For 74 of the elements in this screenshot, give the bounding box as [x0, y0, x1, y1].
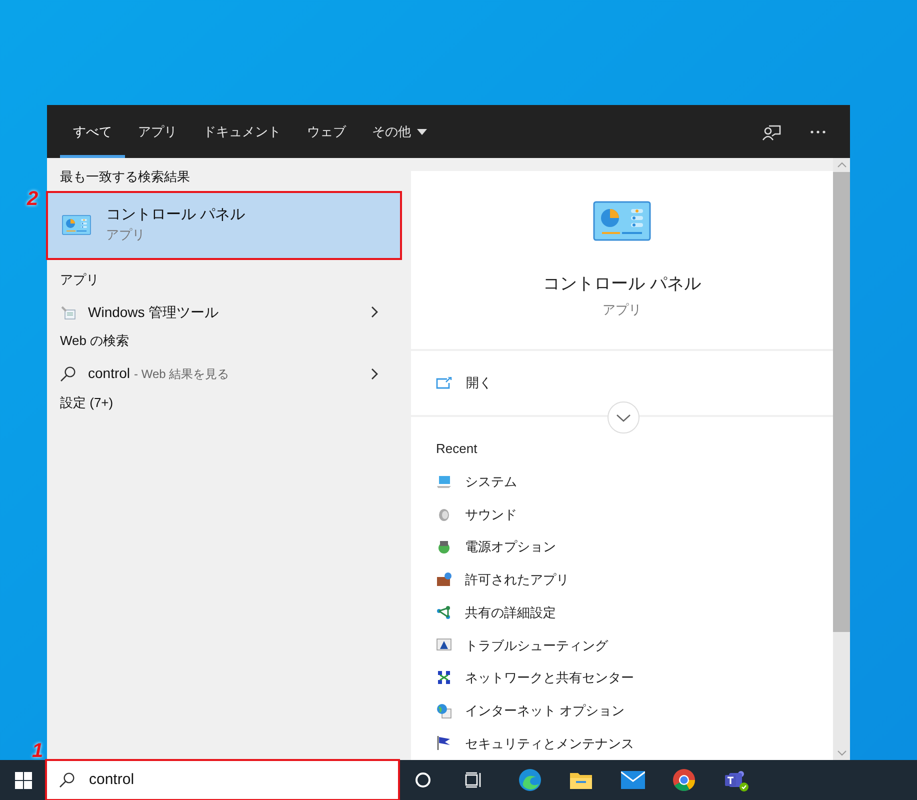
- preview-subtitle: アプリ: [602, 300, 642, 318]
- recent-label: インターネット オプション: [465, 702, 625, 720]
- recent-label: 共有の詳細設定: [465, 604, 556, 622]
- recent-label: サウンド: [465, 506, 517, 524]
- recent-label: システム: [465, 473, 517, 492]
- control-panel-icon: [593, 201, 651, 241]
- recent-item[interactable]: 共有の詳細設定: [436, 596, 833, 629]
- search-tab[interactable]: すべて: [60, 105, 125, 158]
- recent-label: ネットワークと共有センター: [465, 669, 634, 688]
- section-heading: アプリ: [59, 270, 100, 288]
- section-heading: 最も一致する検索結果: [59, 168, 191, 186]
- task-view-icon[interactable]: [465, 772, 483, 788]
- search-text: control: [89, 770, 134, 790]
- recent-label: 電源オプション: [465, 538, 556, 556]
- search-icon: [59, 772, 75, 788]
- recent-label: トラブルシューティング: [465, 636, 608, 655]
- recent-label: セキュリティとメンテナンス: [465, 734, 634, 753]
- recent-item[interactable]: トラブルシューティング: [436, 628, 833, 662]
- action-label: 開く: [466, 374, 492, 392]
- result-subtitle: アプリ: [106, 226, 146, 244]
- network-nodes-icon: [436, 604, 452, 621]
- recent-item[interactable]: セキュリティとメンテナンス: [436, 727, 833, 760]
- section-heading: Recent: [436, 440, 478, 458]
- search-tab[interactable]: アプリ: [125, 105, 190, 158]
- web-result[interactable]: control - Web 結果を見る: [47, 356, 400, 390]
- network-grid-icon: [436, 670, 452, 686]
- flag-icon: [436, 735, 452, 752]
- recent-item[interactable]: 許可されたアプリ: [436, 564, 833, 596]
- web-result-hint: - Web 結果を見る: [134, 366, 230, 382]
- search-tab[interactable]: ドキュメント: [190, 105, 294, 158]
- recent-item[interactable]: サウンド: [436, 498, 833, 531]
- mail-icon[interactable]: [621, 771, 645, 789]
- globe-document-icon: [436, 702, 452, 719]
- feedback-icon[interactable]: [762, 122, 782, 140]
- open-window-icon: [436, 377, 452, 389]
- preview-title: コントロール パネル: [543, 273, 701, 295]
- scrollbar[interactable]: [833, 158, 850, 760]
- step-number: 2: [27, 186, 38, 212]
- tools-icon: [60, 304, 76, 320]
- caret-icon: [417, 128, 427, 134]
- teams-icon[interactable]: [723, 768, 749, 792]
- app-result[interactable]: Windows 管理ツール: [47, 295, 400, 329]
- speaker-icon: [436, 506, 452, 523]
- recent-item[interactable]: ネットワークと共有センター: [436, 662, 833, 694]
- search-field[interactable]: control: [47, 761, 398, 799]
- search-tab[interactable]: その他: [359, 105, 440, 158]
- battery-icon: [436, 539, 452, 556]
- windows-logo-icon[interactable]: [15, 772, 32, 788]
- circle-icon[interactable]: [415, 772, 431, 788]
- step-number: 1: [32, 739, 44, 764]
- result-title: Windows 管理ツール: [88, 302, 220, 322]
- chevron-right-icon: [371, 306, 378, 318]
- browser-icon[interactable]: [518, 768, 542, 792]
- control-panel-icon: [62, 215, 91, 235]
- recent-item[interactable]: システム: [436, 466, 833, 498]
- section-heading: 設定 (7+): [59, 394, 114, 412]
- monitor-icon: [436, 474, 452, 490]
- recent-item[interactable]: インターネット オプション: [436, 694, 833, 727]
- section-heading: Web の検索: [59, 332, 130, 350]
- chart-window-icon: [436, 637, 452, 654]
- open-action[interactable]: 開く: [436, 373, 833, 393]
- best-match-result[interactable]: コントロール パネル アプリ: [48, 192, 400, 258]
- folder-icon[interactable]: [569, 770, 593, 790]
- recent-label: 許可されたアプリ: [465, 571, 569, 590]
- search-icon: [60, 366, 76, 382]
- chevron-right-icon: [371, 368, 378, 380]
- recent-item[interactable]: 電源オプション: [436, 530, 833, 564]
- scroll-thumb[interactable]: [833, 172, 850, 632]
- search-tab[interactable]: ウェブ: [294, 105, 359, 158]
- web-query: control: [88, 364, 130, 383]
- more-options-icon[interactable]: [810, 130, 826, 134]
- briefcase-icon: [436, 572, 452, 588]
- chrome-icon[interactable]: [672, 768, 696, 792]
- result-title: コントロール パネル: [106, 205, 246, 225]
